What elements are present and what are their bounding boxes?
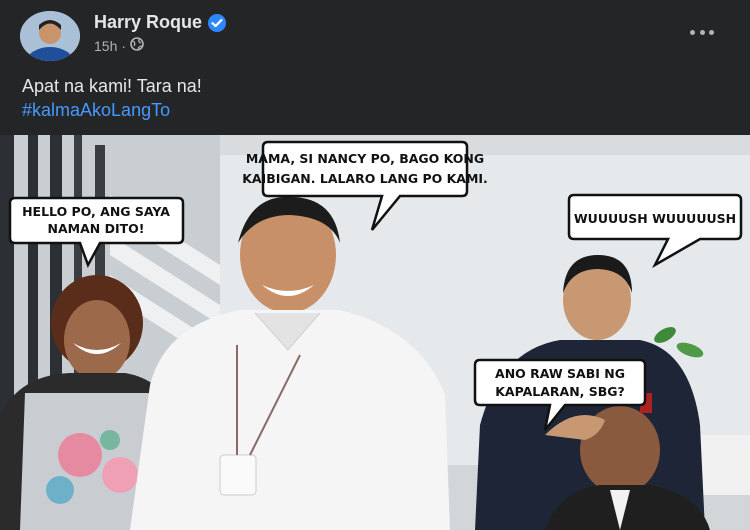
hashtag-link[interactable]: #kalmaAkoLangTo — [22, 98, 202, 122]
caption-text: Apat na kami! Tara na! — [22, 76, 202, 96]
verified-badge-icon — [208, 13, 227, 32]
bubble-text-line: MAMA, SI NANCY PO, BAGO KONG — [246, 151, 484, 166]
bubble-text-line: WUUUUSH WUUUUUSH — [574, 211, 736, 226]
post-caption: Apat na kami! Tara na! #kalmaAkoLangTo — [22, 74, 202, 122]
dot-icon — [709, 29, 714, 35]
author-name-row[interactable]: Harry Roque — [94, 12, 227, 33]
post-photo[interactable]: HELLO PO, ANG SAYA NAMAN DITO! MAMA, SI … — [0, 135, 750, 530]
post-header: Harry Roque 15h · — [0, 0, 750, 68]
post-meta: 15h · — [94, 37, 144, 54]
author-avatar[interactable] — [20, 11, 80, 61]
author-name[interactable]: Harry Roque — [94, 12, 202, 33]
bubble-text-line: NAMAN DITO! — [48, 221, 145, 236]
bubble-text-line: KAPALARAN, SBG? — [495, 384, 625, 399]
dot-icon — [690, 29, 695, 35]
meta-separator: · — [121, 37, 127, 54]
bubble-text-line: HELLO PO, ANG SAYA — [22, 204, 170, 219]
dot-icon — [699, 29, 705, 35]
bubble-text-line: KAIBIGAN. LALARO LANG PO KAMI. — [242, 171, 488, 186]
globe-icon[interactable] — [130, 37, 144, 54]
post-time[interactable]: 15h — [94, 38, 117, 54]
bubble-text-line: ANO RAW SABI NG — [495, 366, 625, 381]
more-options-icon[interactable] — [690, 22, 714, 42]
